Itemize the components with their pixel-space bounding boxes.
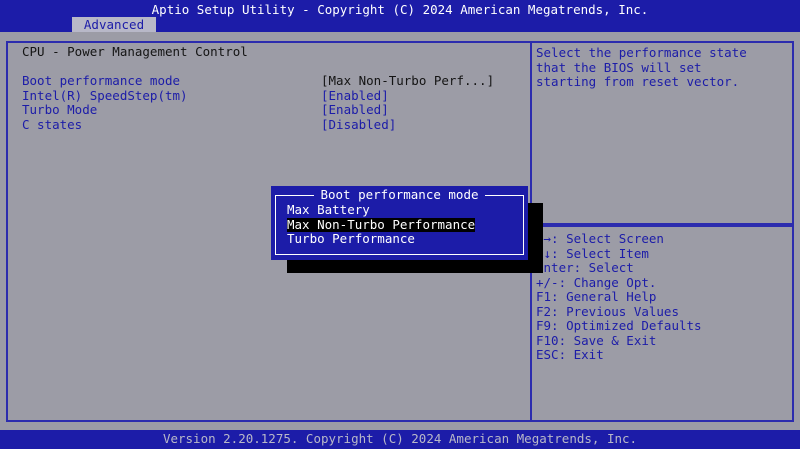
option-speedstep-value[interactable]: [Enabled] <box>321 88 389 103</box>
popup-title: Boot performance mode <box>271 187 528 202</box>
key-optimized-defaults: F9: Optimized Defaults <box>536 318 702 333</box>
key-esc-exit: ESC: Exit <box>536 347 604 362</box>
key-enter-select: Enter: Select <box>536 260 634 275</box>
option-c-states-value[interactable]: [Disabled] <box>321 117 396 132</box>
tab-advanced[interactable]: Advanced <box>72 17 156 32</box>
key-change-opt: +/-: Change Opt. <box>536 274 657 290</box>
popup-item-max-non-turbo[interactable]: Max Non-Turbo Performance <box>287 217 476 232</box>
help-line-1: Select the performance state <box>536 45 747 60</box>
footer-version: Version 2.20.1275. Copyright (C) 2024 Am… <box>162 431 638 446</box>
key-previous-values: F2: Previous Values <box>536 303 679 319</box>
option-c-states[interactable]: C states <box>22 117 82 132</box>
popup-item-max-battery[interactable]: Max Battery <box>287 202 370 217</box>
key-select-item: ↑↓: Select Item <box>536 245 649 261</box>
app-title: Aptio Setup Utility - Copyright (C) 2024… <box>151 2 649 17</box>
help-line-2: that the BIOS will set <box>536 59 702 75</box>
popup-item-turbo-performance[interactable]: Turbo Performance <box>287 231 415 246</box>
option-turbo-mode-value[interactable]: [Enabled] <box>321 102 389 117</box>
title-bar: Aptio Setup Utility - Copyright (C) 2024… <box>0 0 800 32</box>
footer-bar: Version 2.20.1275. Copyright (C) 2024 Am… <box>0 430 800 449</box>
key-save-exit: F10: Save & Exit <box>536 332 657 348</box>
option-speedstep[interactable]: Intel(R) SpeedStep(tm) <box>22 88 188 103</box>
option-turbo-mode[interactable]: Turbo Mode <box>22 102 97 117</box>
key-select-screen: ←→: Select Screen <box>536 231 664 246</box>
option-boot-performance-mode-value[interactable]: [Max Non-Turbo Perf...] <box>321 73 494 88</box>
help-line-3: starting from reset vector. <box>536 74 740 89</box>
boot-mode-popup: Boot performance mode Max Battery Max No… <box>271 186 528 260</box>
key-general-help: F1: General Help <box>536 289 657 304</box>
option-boot-performance-mode[interactable]: Boot performance mode <box>22 73 180 88</box>
section-title: CPU - Power Management Control <box>22 44 248 59</box>
